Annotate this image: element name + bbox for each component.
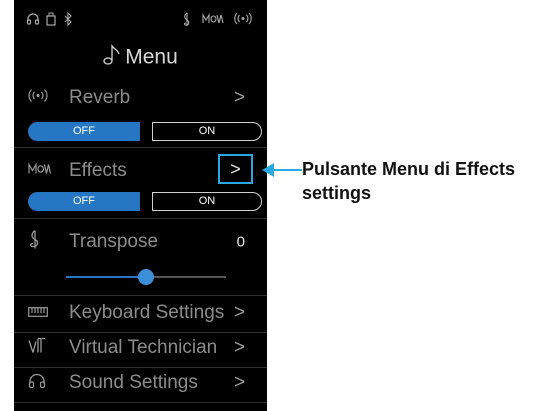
divider [14, 147, 267, 148]
callout-arrow-icon [262, 163, 274, 177]
slider-thumb[interactable] [138, 269, 154, 285]
reverb-toggle[interactable]: OFF ON [28, 122, 262, 141]
reverb-chevron-icon[interactable]: > [234, 87, 245, 109]
usb-memory-icon [46, 12, 56, 31]
reverb-status-icon [234, 12, 252, 30]
headphones-icon [26, 12, 40, 30]
transpose-value: 0 [236, 233, 245, 251]
status-bar [14, 0, 267, 40]
menu-panel: Menu Reverb > OFF ON Effects > OFF ON Tr… [14, 0, 267, 411]
reverb-off-button[interactable]: OFF [28, 122, 140, 141]
effects-status-icon [202, 12, 224, 30]
music-note-icon [103, 43, 121, 72]
keyboard-settings-label: Keyboard Settings [69, 302, 225, 323]
menu-item-effects[interactable]: Effects > [14, 151, 267, 191]
menu-item-virtual-technician[interactable]: Virtual Technician > [14, 328, 267, 368]
effects-settings-button[interactable]: > [218, 154, 253, 184]
slider-track [146, 276, 226, 278]
menu-header: Menu [14, 43, 267, 72]
menu-item-transpose[interactable]: Transpose 0 [14, 222, 267, 262]
effects-off-button[interactable]: OFF [28, 192, 140, 211]
reverb-on-button[interactable]: ON [152, 122, 262, 141]
reverb-icon [28, 89, 48, 108]
transpose-slider[interactable] [66, 269, 226, 285]
keyboard-icon [28, 304, 48, 322]
sound-settings-label: Sound Settings [69, 372, 198, 393]
transpose-status-icon [182, 12, 191, 32]
headphones-icon [28, 373, 46, 394]
transpose-icon [28, 229, 40, 255]
menu-item-keyboard-settings[interactable]: Keyboard Settings > [14, 293, 267, 333]
virtual-technician-chevron-icon[interactable]: > [234, 337, 245, 359]
keyboard-settings-chevron-icon[interactable]: > [234, 302, 245, 324]
page-title: Menu [125, 45, 178, 69]
reverb-label: Reverb [69, 87, 131, 108]
effects-toggle[interactable]: OFF ON [28, 192, 262, 211]
menu-item-reverb[interactable]: Reverb > [14, 78, 267, 118]
transpose-label: Transpose [69, 231, 159, 252]
callout-label: Pulsante Menu di Effects settings [302, 159, 516, 203]
virtual-technician-label: Virtual Technician [69, 337, 218, 358]
divider [14, 218, 267, 219]
effects-icon [28, 162, 52, 181]
divider [14, 402, 267, 403]
sound-settings-chevron-icon[interactable]: > [234, 372, 245, 394]
effects-label: Effects [69, 160, 127, 181]
menu-item-sound-settings[interactable]: Sound Settings > [14, 363, 267, 403]
bluetooth-icon [64, 11, 73, 31]
effects-on-button[interactable]: ON [152, 192, 262, 211]
virtual-technician-icon [28, 337, 46, 360]
slider-track-fill [66, 276, 146, 278]
